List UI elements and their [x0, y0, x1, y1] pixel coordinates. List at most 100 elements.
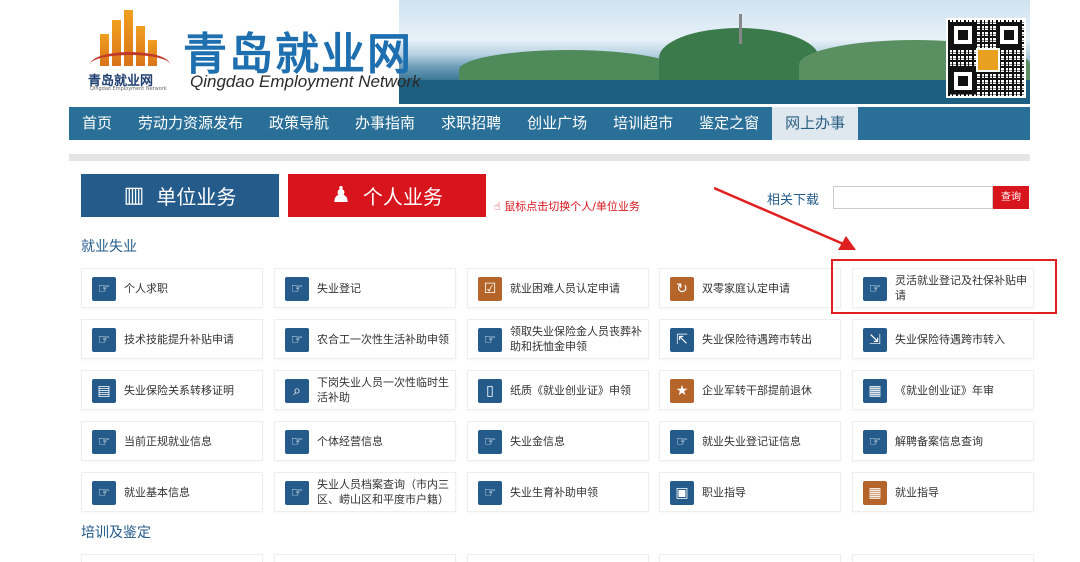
- hand-icon: ☞: [92, 481, 116, 505]
- service-card[interactable]: ★ 企业军转干部提前退休: [659, 370, 841, 410]
- service-card[interactable]: [467, 554, 649, 562]
- tab-personal-business[interactable]: ♟ 个人业务: [288, 174, 486, 217]
- hand-icon: ☞: [285, 328, 309, 352]
- service-card-label: 就业基本信息: [124, 485, 190, 499]
- guide-icon: ▣: [670, 481, 694, 505]
- service-card[interactable]: ▯ 纸质《就业创业证》申领: [467, 370, 649, 410]
- service-card[interactable]: ▦ 《就业创业证》年审: [852, 370, 1034, 410]
- hand-icon: ☞: [478, 430, 502, 454]
- service-card[interactable]: [852, 554, 1034, 562]
- service-card[interactable]: [81, 554, 263, 562]
- tab-personal-label: 个人业务: [362, 185, 443, 209]
- service-card-label: 下岗失业人员一次性临时生活补助: [317, 376, 449, 404]
- divider: [69, 154, 1030, 161]
- service-card[interactable]: ↻ 双零家庭认定申请: [659, 268, 841, 308]
- service-card[interactable]: ▣ 职业指导: [659, 472, 841, 512]
- nav-item-home[interactable]: 首页: [69, 107, 125, 140]
- tab-unit-business[interactable]: ▥ 单位业务: [81, 174, 279, 217]
- service-card[interactable]: ⌕ 下岗失业人员一次性临时生活补助: [274, 370, 456, 410]
- person-icon: ♟: [331, 183, 351, 208]
- nav-item-policy[interactable]: 政策导航: [256, 107, 342, 140]
- service-card-label: 失业人员档案查询（市内三区、崂山区和平度市户籍）: [317, 478, 449, 506]
- nav-item-guide[interactable]: 办事指南: [342, 107, 428, 140]
- nav-item-jobs[interactable]: 求职招聘: [428, 107, 514, 140]
- service-card-label: 就业指导: [895, 485, 939, 499]
- service-card-label: 纸质《就业创业证》申领: [510, 383, 631, 397]
- service-card[interactable]: [274, 554, 456, 562]
- search-document-icon: ⌕: [285, 379, 309, 403]
- service-card-label: 失业登记: [317, 281, 361, 295]
- logo-tagline: Qingdao Employment Network: [90, 86, 167, 92]
- bookmark-icon: ▯: [478, 379, 502, 403]
- service-card-label: 失业保险待遇跨市转出: [702, 332, 812, 346]
- service-card-label: 失业保险关系转移证明: [124, 383, 234, 397]
- service-card-label: 《就业创业证》年审: [895, 383, 994, 397]
- service-card[interactable]: [659, 554, 841, 562]
- service-card[interactable]: ☞ 领取失业保险金人员丧葬补助和抚恤金申领: [467, 319, 649, 359]
- service-card[interactable]: ☞ 技术技能提升补贴申请: [81, 319, 263, 359]
- nav-item-certification[interactable]: 鉴定之窗: [686, 107, 772, 140]
- transfer-out-icon: ⇱: [670, 328, 694, 352]
- service-card-label: 领取失业保险金人员丧葬补助和抚恤金申领: [510, 325, 642, 353]
- tab-unit-label: 单位业务: [156, 185, 237, 209]
- hand-pointer-icon: ☝: [494, 200, 501, 213]
- search-button[interactable]: 查询: [993, 186, 1029, 209]
- service-card[interactable]: ⇲ 失业保险待遇跨市转入: [852, 319, 1034, 359]
- hand-icon: ☞: [92, 430, 116, 454]
- service-card-label: 失业生育补助申领: [510, 485, 598, 499]
- hand-icon: ☞: [670, 430, 694, 454]
- hand-icon: ☞: [92, 277, 116, 301]
- nav-item-online-service[interactable]: 网上办事: [772, 107, 859, 140]
- service-card[interactable]: ☞ 失业生育补助申领: [467, 472, 649, 512]
- service-card-label: 职业指导: [702, 485, 746, 499]
- service-card[interactable]: ▦ 就业指导: [852, 472, 1034, 512]
- section-title-training: 培训及鉴定: [81, 525, 151, 541]
- service-card-label: 解聘备案信息查询: [895, 434, 983, 448]
- nav-item-training[interactable]: 培训超市: [600, 107, 686, 140]
- hand-icon: ☞: [285, 481, 309, 505]
- annotation-arrow-icon: [714, 186, 856, 250]
- building-icon: ▥: [123, 183, 145, 208]
- highlight-box: [831, 259, 1057, 314]
- service-card-label: 技术技能提升补贴申请: [124, 332, 234, 346]
- section-title-employment: 就业失业: [81, 239, 137, 255]
- document-stamp-icon: ▦: [863, 379, 887, 403]
- qr-code-icon: [946, 18, 1026, 98]
- service-card[interactable]: ☞ 失业人员档案查询（市内三区、崂山区和平度市户籍）: [274, 472, 456, 512]
- nav-item-labor-resources[interactable]: 劳动力资源发布: [125, 107, 256, 140]
- service-card[interactable]: ☑ 就业困难人员认定申请: [467, 268, 649, 308]
- badge-icon: ★: [670, 379, 694, 403]
- hand-icon: ☞: [478, 481, 502, 505]
- service-card[interactable]: ☞ 解聘备案信息查询: [852, 421, 1034, 461]
- switch-hint: ☝ 鼠标点击切换个人/单位业务: [494, 198, 640, 214]
- service-card[interactable]: ☞ 失业金信息: [467, 421, 649, 461]
- service-card[interactable]: ⇱ 失业保险待遇跨市转出: [659, 319, 841, 359]
- city-panorama-image: [399, 0, 1030, 104]
- service-card[interactable]: ☞ 个体经营信息: [274, 421, 456, 461]
- service-card[interactable]: ☞ 失业登记: [274, 268, 456, 308]
- main-nav: 首页 劳动力资源发布 政策导航 办事指南 求职招聘 创业广场 培训超市 鉴定之窗…: [69, 107, 1030, 140]
- hand-icon: ☞: [92, 328, 116, 352]
- document-icon: ▤: [92, 379, 116, 403]
- hand-icon: ☞: [285, 277, 309, 301]
- service-card-label: 就业失业登记证信息: [702, 434, 801, 448]
- service-card-label: 失业金信息: [510, 434, 565, 448]
- service-card[interactable]: ☞ 就业失业登记证信息: [659, 421, 841, 461]
- service-card-label: 企业军转干部提前退休: [702, 383, 812, 397]
- service-card-label: 农合工一次性生活补助申领: [317, 332, 449, 346]
- service-card-label: 当前正规就业信息: [124, 434, 212, 448]
- hand-icon: ☞: [863, 430, 887, 454]
- service-card-label: 个体经营信息: [317, 434, 383, 448]
- service-card[interactable]: ▤ 失业保险关系转移证明: [81, 370, 263, 410]
- checkbox-icon: ☑: [478, 277, 502, 301]
- service-card[interactable]: ☞ 个人求职: [81, 268, 263, 308]
- service-card-label: 失业保险待遇跨市转入: [895, 332, 1005, 346]
- service-card-label: 就业困难人员认定申请: [510, 281, 620, 295]
- service-card[interactable]: ☞ 农合工一次性生活补助申领: [274, 319, 456, 359]
- hand-icon: ☞: [285, 430, 309, 454]
- grid-icon: ▦: [863, 481, 887, 505]
- transfer-in-icon: ⇲: [863, 328, 887, 352]
- nav-item-startup[interactable]: 创业广场: [514, 107, 600, 140]
- service-card[interactable]: ☞ 就业基本信息: [81, 472, 263, 512]
- service-card[interactable]: ☞ 当前正规就业信息: [81, 421, 263, 461]
